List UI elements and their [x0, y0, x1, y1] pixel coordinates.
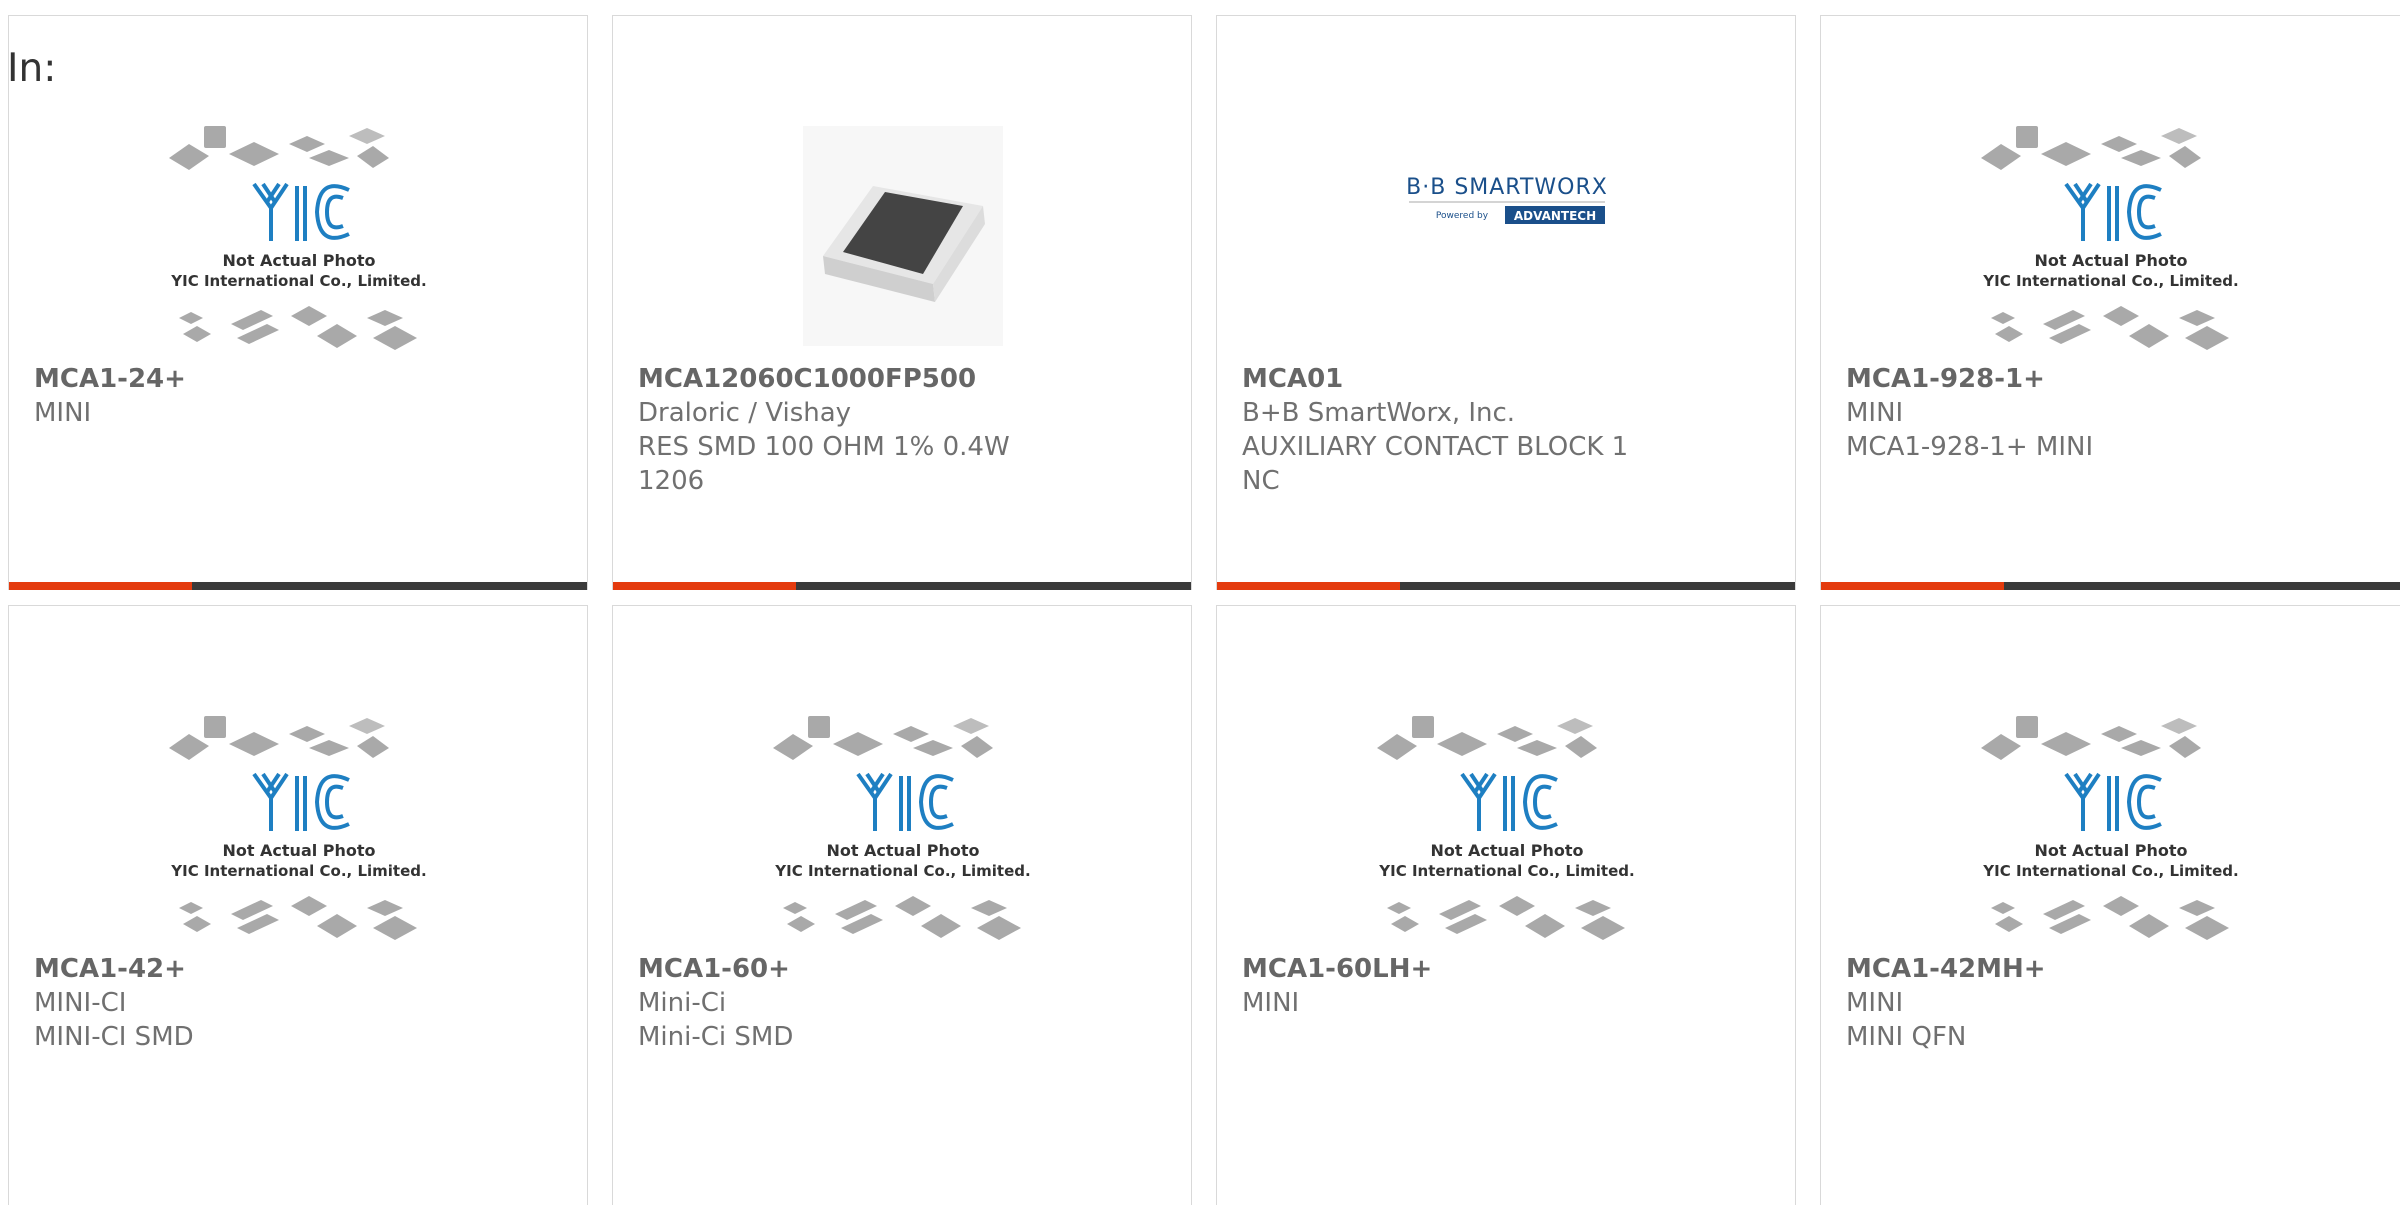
manufacturer: MINI: [1846, 398, 1904, 428]
part-number[interactable]: MCA1-928-1+: [1846, 362, 2271, 396]
description: Mini-Ci SMD: [638, 1022, 794, 1052]
manufacturer: MINI: [1242, 988, 1300, 1018]
part-number[interactable]: MCA1-24+: [34, 362, 457, 396]
description: MINI QFN: [1846, 1022, 1967, 1052]
card-bottom-bar: [9, 582, 587, 590]
product-card[interactable]: MCA1-928-1+ MINI MCA1-928-1+ MINI: [1820, 15, 2400, 590]
svg-text:Powered by: Powered by: [1436, 211, 1489, 221]
manufacturer: MINI-CI: [34, 988, 127, 1018]
product-image-placeholder: [159, 696, 439, 956]
svg-text:B·B SMARTWORX: B·B SMARTWORX: [1406, 175, 1608, 200]
product-image-placeholder: [159, 106, 439, 366]
part-number[interactable]: MCA1-60LH+: [1242, 952, 1665, 986]
part-number[interactable]: MCA1-42+: [34, 952, 457, 986]
product-image-placeholder: [763, 696, 1043, 956]
product-card[interactable]: MCA1-24+ MINI: [8, 15, 588, 590]
part-number[interactable]: MCA1-42MH+: [1846, 952, 2271, 986]
manufacturer: B+B SmartWorx, Inc.: [1242, 398, 1516, 428]
svg-text:ADVANTECH: ADVANTECH: [1514, 209, 1596, 223]
bb-smartworx-logo: B·B SMARTWORX Powered by ADVANTECH: [1367, 106, 1647, 366]
description: MINI-CI SMD: [34, 1022, 194, 1052]
description: AUXILIARY CONTACT BLOCK 1 NC: [1242, 432, 1629, 496]
product-card[interactable]: MCA1-42+ MINI-CI MINI-CI SMD: [8, 605, 588, 1205]
description: MCA1-928-1+ MINI: [1846, 432, 2094, 462]
product-image-placeholder: [1367, 696, 1647, 956]
manufacturer: MINI: [34, 398, 92, 428]
product-card[interactable]: B·B SMARTWORX Powered by ADVANTECH MCA01…: [1216, 15, 1796, 590]
product-image-placeholder: [1971, 106, 2251, 366]
part-number[interactable]: MCA01: [1242, 362, 1665, 396]
product-image-placeholder: [1971, 696, 2251, 956]
card-bottom-bar: [1217, 582, 1795, 590]
product-card[interactable]: MCA1-60+ Mini-Ci Mini-Ci SMD: [612, 605, 1192, 1205]
manufacturer: MINI: [1846, 988, 1904, 1018]
manufacturer: Draloric / Vishay: [638, 398, 852, 428]
smd-resistor-image: [763, 106, 1043, 366]
product-card[interactable]: MCA1-42MH+ MINI MINI QFN: [1820, 605, 2400, 1205]
description: RES SMD 100 OHM 1% 0.4W 1206: [638, 432, 1010, 496]
product-card[interactable]: MCA12060C1000FP500 Draloric / Vishay RES…: [612, 15, 1192, 590]
part-number[interactable]: MCA1-60+: [638, 952, 1061, 986]
card-bottom-bar: [1821, 582, 2400, 590]
product-card[interactable]: MCA1-60LH+ MINI: [1216, 605, 1796, 1205]
manufacturer: Mini-Ci: [638, 988, 727, 1018]
card-bottom-bar: [613, 582, 1191, 590]
part-number[interactable]: MCA12060C1000FP500: [638, 362, 1061, 396]
in-label: In:: [7, 46, 57, 91]
